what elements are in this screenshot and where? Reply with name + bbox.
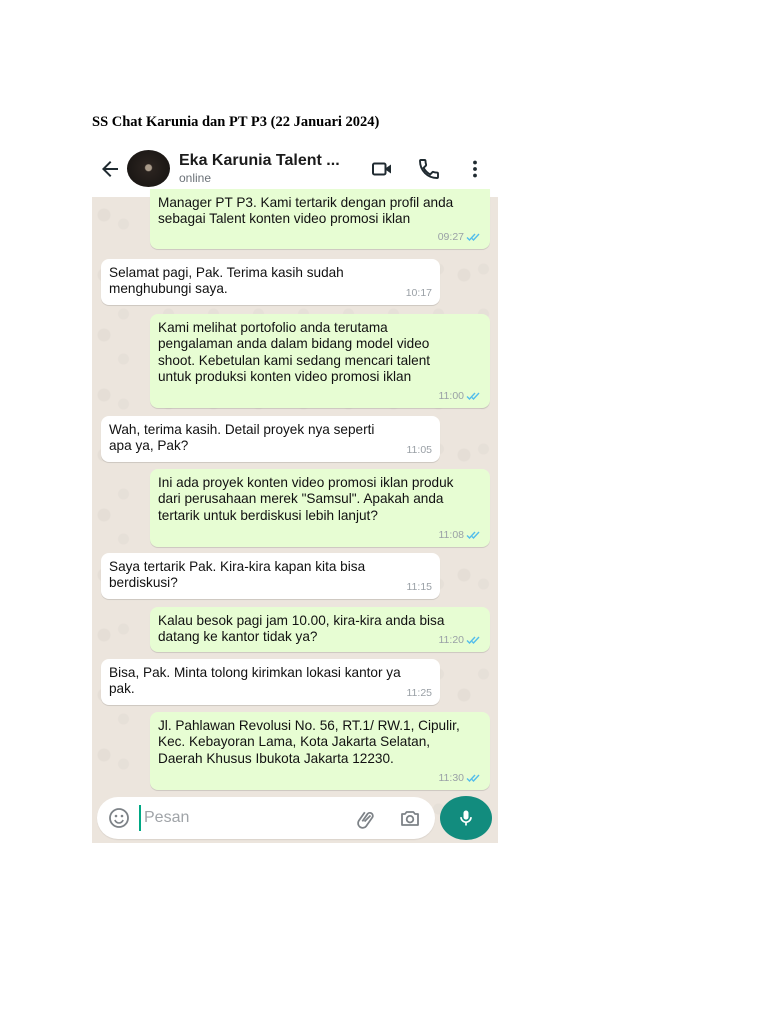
message-bubble-outgoing[interactable]: Kami melihat portofolio anda terutama pe… <box>150 314 490 408</box>
message-text: Jl. Pahlawan Revolusi No. 56, RT.1/ RW.1… <box>158 718 460 766</box>
message-time: 11:30 <box>438 771 465 784</box>
message-meta: 11:08 <box>439 527 483 543</box>
message-text: Saya tertarik Pak. Kira-kira kapan kita … <box>109 559 366 591</box>
message-bubble-outgoing[interactable]: Jl. Pahlawan Revolusi No. 56, RT.1/ RW.1… <box>150 712 490 790</box>
read-ticks-icon <box>466 774 480 782</box>
more-vertical-icon[interactable] <box>463 157 487 181</box>
message-text: Kami melihat portofolio anda terutama pe… <box>158 320 431 385</box>
read-ticks-icon <box>466 233 480 241</box>
message-text: Kalau besok pagi jam 10.00, kira-kira an… <box>158 613 445 645</box>
message-bubble-incoming[interactable]: Selamat pagi, Pak. Terima kasih sudah me… <box>101 259 440 305</box>
message-bubble-incoming[interactable]: Wah, terima kasih. Detail proyek nya sep… <box>101 416 440 462</box>
message-bubble-incoming[interactable]: Bisa, Pak. Minta tolong kirimkan lokasi … <box>101 659 440 705</box>
video-camera-icon[interactable] <box>370 157 394 181</box>
message-text: Manager PT P3. Kami tertarik dengan prof… <box>158 195 454 227</box>
message-text: Bisa, Pak. Minta tolong kirimkan lokasi … <box>109 665 401 697</box>
message-bubble-incoming[interactable]: Saya tertarik Pak. Kira-kira kapan kita … <box>101 553 440 599</box>
microphone-button[interactable] <box>440 796 492 840</box>
chat-area[interactable]: Manager PT P3. Kami tertarik dengan prof… <box>92 189 498 843</box>
message-meta: 11:20 <box>439 632 483 648</box>
message-meta: 11:00 <box>439 388 483 404</box>
message-time: 11:05 <box>406 443 433 456</box>
camera-icon[interactable] <box>398 806 422 830</box>
read-ticks-icon <box>466 531 480 539</box>
message-meta: 11:15 <box>407 579 433 595</box>
message-bubble-outgoing[interactable]: Manager PT P3. Kami tertarik dengan prof… <box>150 189 490 249</box>
phone-icon[interactable] <box>417 157 441 181</box>
microphone-icon <box>460 810 472 826</box>
message-text: Wah, terima kasih. Detail proyek nya sep… <box>109 422 375 454</box>
message-time: 11:20 <box>438 633 465 646</box>
message-meta: 11:25 <box>407 685 433 701</box>
document-caption: SS Chat Karunia dan PT P3 (22 Januari 20… <box>92 114 380 130</box>
message-time: 11:08 <box>438 528 465 541</box>
message-meta: 11:30 <box>439 770 483 786</box>
contact-name[interactable]: Eka Karunia Talent ... <box>179 152 340 170</box>
message-time: 11:25 <box>406 686 433 699</box>
message-input[interactable] <box>139 805 339 831</box>
message-time: 09:27 <box>437 230 464 243</box>
message-time: 11:00 <box>438 389 465 402</box>
chat-screenshot: Eka Karunia Talent ... online Manager PT… <box>92 142 498 843</box>
read-ticks-icon <box>466 636 480 644</box>
read-ticks-icon <box>466 392 480 400</box>
message-bubble-outgoing[interactable]: Kalau besok pagi jam 10.00, kira-kira an… <box>150 607 490 652</box>
emoji-icon[interactable] <box>107 806 131 830</box>
message-composer <box>97 797 435 839</box>
message-time: 10:17 <box>405 286 432 299</box>
message-text: Ini ada proyek konten video promosi ikla… <box>158 475 454 523</box>
message-meta: 09:27 <box>438 229 482 245</box>
message-time: 11:15 <box>406 580 433 593</box>
contact-status: online <box>179 171 212 185</box>
message-meta: 11:05 <box>407 442 433 458</box>
avatar[interactable] <box>127 150 170 187</box>
message-bubble-outgoing[interactable]: Ini ada proyek konten video promosi ikla… <box>150 469 490 547</box>
message-text: Selamat pagi, Pak. Terima kasih sudah me… <box>109 265 344 297</box>
back-arrow-icon[interactable] <box>98 157 122 181</box>
message-meta: 10:17 <box>406 285 432 301</box>
paperclip-icon[interactable] <box>355 807 379 831</box>
